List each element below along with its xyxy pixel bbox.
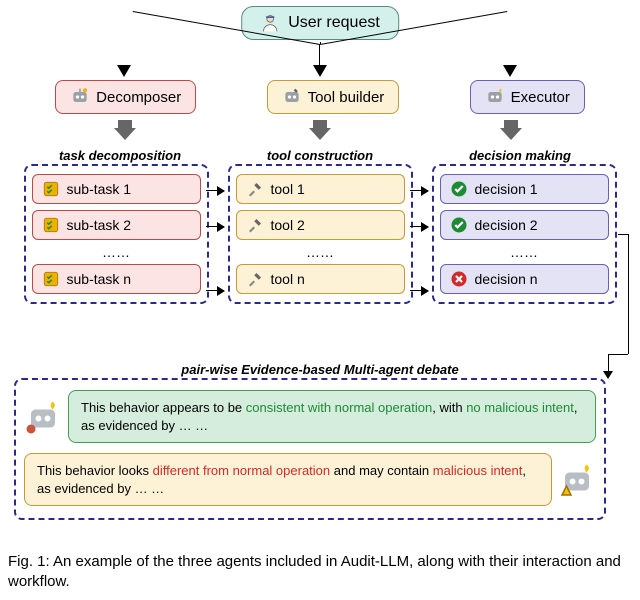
check-circle-icon — [449, 215, 469, 235]
decision-label: decision n — [475, 271, 538, 287]
connector-arrowhead — [603, 371, 613, 379]
x-circle-icon — [449, 269, 469, 289]
group-decisions: decision 1 decision 2 …… decision n — [432, 164, 617, 304]
agent-decomposer-label: Decomposer — [96, 89, 181, 106]
block-arrow-3 — [500, 120, 522, 140]
list-item: tool n — [236, 264, 405, 294]
speech-highlight: consistent with normal operation — [246, 400, 432, 415]
speech-text: , with — [432, 400, 466, 415]
connector-v — [628, 234, 629, 354]
speech-highlight: no malicious intent — [466, 400, 574, 415]
check-circle-icon — [449, 179, 469, 199]
speech-highlight: malicious intent — [433, 463, 523, 478]
arrowhead-mid — [313, 65, 327, 77]
figure-caption: Fig. 1: An example of the three agents i… — [8, 552, 632, 591]
agents-row: Decomposer Tool builder Executor — [0, 80, 640, 114]
connector-v2 — [608, 354, 609, 372]
agent-decomposer: Decomposer — [55, 80, 196, 114]
h-arrow — [206, 190, 224, 191]
connector-h1 — [618, 234, 628, 235]
hammer-wrench-icon — [245, 215, 265, 235]
groups-row: sub-task 1 sub-task 2 …… sub-task n — [0, 164, 640, 304]
speech-highlight: different from normal operation — [153, 463, 331, 478]
list-item: decision 1 — [440, 174, 609, 204]
caption-prefix: Fig. 1: — [8, 553, 53, 570]
agent-toolbuilder: Tool builder — [267, 80, 400, 114]
user-request-label: User request — [288, 14, 380, 32]
decision-label: decision 2 — [475, 217, 538, 233]
ellipsis: …… — [440, 246, 609, 258]
list-item: tool 1 — [236, 174, 405, 204]
list-item: sub-task 2 — [32, 210, 201, 240]
robot-icon — [282, 87, 302, 107]
h-arrow — [206, 226, 224, 227]
label-decision-making: decision making — [430, 148, 610, 163]
user-icon — [260, 13, 280, 33]
ellipsis: …… — [32, 246, 201, 258]
branch-line-mid — [319, 44, 320, 66]
checklist-icon — [41, 269, 61, 289]
list-item: sub-task n — [32, 264, 201, 294]
speech-row-warn: This behavior looks different from norma… — [24, 453, 596, 506]
speech-bubble-warn: This behavior looks different from norma… — [24, 453, 552, 506]
list-item: tool 2 — [236, 210, 405, 240]
h-arrow — [410, 226, 428, 227]
list-item: decision 2 — [440, 210, 609, 240]
label-task-decomposition: task decomposition — [30, 148, 210, 163]
robot-icon — [24, 398, 62, 436]
arrowhead-right — [503, 65, 517, 77]
h-arrow — [206, 290, 224, 291]
h-arrow — [410, 290, 428, 291]
hammer-wrench-icon — [245, 179, 265, 199]
checklist-icon — [41, 179, 61, 199]
decision-label: decision 1 — [475, 181, 538, 197]
subtask-label: sub-task 1 — [67, 181, 132, 197]
speech-row-safe: This behavior appears to be consistent w… — [24, 390, 596, 443]
speech-text: This behavior looks — [37, 463, 153, 478]
ellipsis: …… — [236, 246, 405, 258]
agent-toolbuilder-label: Tool builder — [308, 89, 385, 106]
caption-body: An example of the three agents included … — [8, 553, 621, 590]
robot-icon — [558, 461, 596, 499]
column-labels-row: task decomposition tool construction dec… — [0, 148, 640, 163]
arrowhead-left — [117, 65, 131, 77]
speech-bubble-safe: This behavior appears to be consistent w… — [68, 390, 596, 443]
tool-label: tool 1 — [271, 181, 305, 197]
figure-container: User request Decomposer — [0, 0, 640, 600]
group-subtasks: sub-task 1 sub-task 2 …… sub-task n — [24, 164, 209, 304]
checklist-icon — [41, 215, 61, 235]
block-arrow-2 — [309, 120, 331, 140]
label-tool-construction: tool construction — [230, 148, 410, 163]
debate-box: This behavior appears to be consistent w… — [14, 378, 606, 520]
agent-executor-label: Executor — [511, 89, 570, 106]
speech-text: and may contain — [330, 463, 433, 478]
subtask-label: sub-task 2 — [67, 217, 132, 233]
debate-label: pair-wise Evidence-based Multi-agent deb… — [181, 362, 458, 377]
tool-label: tool n — [271, 271, 305, 287]
robot-icon — [485, 87, 505, 107]
robot-icon — [70, 87, 90, 107]
speech-text: This behavior appears to be — [81, 400, 246, 415]
list-item: decision n — [440, 264, 609, 294]
tool-label: tool 2 — [271, 217, 305, 233]
agent-executor: Executor — [470, 80, 585, 114]
connector-h2 — [608, 354, 628, 355]
h-arrow — [410, 190, 428, 191]
list-item: sub-task 1 — [32, 174, 201, 204]
subtask-label: sub-task n — [67, 271, 132, 287]
hammer-wrench-icon — [245, 269, 265, 289]
group-tools: tool 1 tool 2 …… tool n — [228, 164, 413, 304]
block-arrow-1 — [114, 120, 136, 140]
